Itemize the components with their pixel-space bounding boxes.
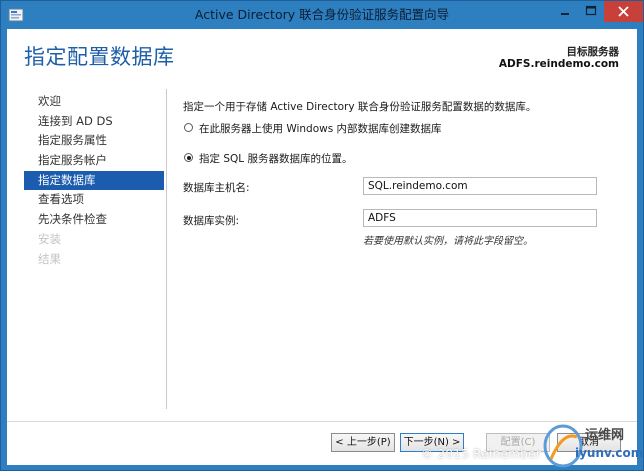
db-instance-input[interactable]: ADFS	[363, 209, 597, 227]
minimize-icon	[552, 1, 578, 22]
page-title: 指定配置数据库	[24, 45, 175, 69]
nav-item-welcome[interactable]: 欢迎	[24, 92, 164, 112]
title-bar[interactable]: Active Directory 联合身份验证服务配置向导	[1, 1, 643, 29]
maximize-button[interactable]	[578, 1, 604, 22]
nav-item-review-options[interactable]: 查看选项	[24, 190, 164, 210]
wizard-body: 指定配置数据库 目标服务器 ADFS.reindemo.com 欢迎 连接到 A…	[7, 29, 637, 465]
nav-item-database[interactable]: 指定数据库	[24, 170, 164, 191]
close-icon	[604, 1, 643, 22]
minimize-button[interactable]	[552, 1, 578, 22]
nav-item-install: 安装	[38, 231, 61, 246]
db-host-input[interactable]: SQL.reindemo.com	[363, 177, 597, 195]
radio-sql-label[interactable]: 指定 SQL 服务器数据库的位置。	[199, 151, 352, 166]
prev-button[interactable]: < 上一步(P)	[331, 433, 395, 452]
nav-item-results: 结果	[38, 251, 61, 266]
nav-item-service-properties[interactable]: 指定服务属性	[24, 131, 164, 151]
watermark-copyright: © 2015 Reinember	[421, 447, 542, 461]
radio-wid[interactable]	[184, 123, 193, 132]
db-host-label: 数据库主机名:	[183, 182, 250, 194]
watermark-site: iyunv.com	[575, 446, 644, 460]
wizard-window: Active Directory 联合身份验证服务配置向导 指定配置数据库 目标…	[0, 0, 644, 471]
radio-sql[interactable]	[184, 153, 193, 162]
close-button[interactable]	[604, 1, 643, 22]
intro-text: 指定一个用于存储 Active Directory 联合身份验证服务配置数据的数…	[183, 101, 537, 113]
nav-divider	[166, 89, 167, 409]
nav-item-prerequisites[interactable]: 先决条件检查	[24, 210, 164, 230]
window-title: Active Directory 联合身份验证服务配置向导	[194, 7, 450, 22]
target-server-label: 目标服务器	[566, 46, 620, 58]
db-instance-label: 数据库实例:	[183, 215, 240, 227]
radio-wid-label[interactable]: 在此服务器上使用 Windows 内部数据库创建数据库	[199, 121, 442, 136]
target-server-value: ADFS.reindemo.com	[498, 58, 619, 70]
watermark-brand: 运维网	[585, 428, 625, 443]
nav-item-service-account[interactable]: 指定服务帐户	[24, 151, 164, 171]
wizard-steps-nav: 欢迎 连接到 AD DS 指定服务属性 指定服务帐户 指定数据库 查看选项 先决…	[24, 92, 164, 269]
nav-item-connect-ad-ds[interactable]: 连接到 AD DS	[24, 112, 164, 132]
instance-hint: 若要使用默认实例，请将此字段留空。	[363, 236, 533, 247]
maximize-icon	[578, 1, 604, 22]
